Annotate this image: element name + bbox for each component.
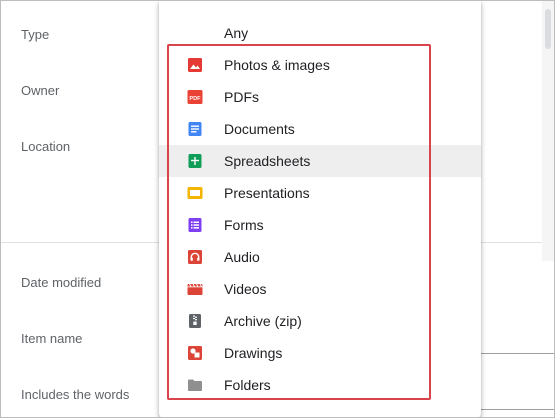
image-icon xyxy=(187,57,203,73)
includes-words-filter-label: Includes the words xyxy=(21,387,130,402)
menu-item-videos[interactable]: Videos xyxy=(159,273,481,305)
owner-filter-label: Owner xyxy=(21,83,60,98)
panel-scrollbar[interactable] xyxy=(542,1,554,261)
menu-item-forms[interactable]: Forms xyxy=(159,209,481,241)
date-modified-filter-label: Date modified xyxy=(21,275,102,290)
folder-icon xyxy=(187,377,203,393)
svg-text:PDF: PDF xyxy=(189,96,201,102)
menu-item-documents[interactable]: Documents xyxy=(159,113,481,145)
menu-item-any[interactable]: Any xyxy=(159,17,481,49)
menu-item-label: Any xyxy=(224,25,249,41)
spreadsheet-icon xyxy=(187,153,203,169)
menu-item-presentations[interactable]: Presentations xyxy=(159,177,481,209)
search-options-panel: Type Owner Location Date modified Item n… xyxy=(0,0,555,418)
video-icon xyxy=(187,281,203,297)
menu-item-spreadsheets[interactable]: Spreadsheets xyxy=(159,145,481,177)
menu-item-audio[interactable]: Audio xyxy=(159,241,481,273)
type-filter-label: Type xyxy=(21,27,50,42)
forms-icon xyxy=(187,217,203,233)
presentation-icon xyxy=(187,185,203,201)
pdf-icon: PDF xyxy=(187,89,203,105)
menu-item-label: Spreadsheets xyxy=(224,153,311,169)
location-filter-label: Location xyxy=(21,139,71,154)
menu-item-photos-images[interactable]: Photos & images xyxy=(159,49,481,81)
type-dropdown-menu: Any Photos & images PDF PDFs Documents S… xyxy=(159,1,481,417)
menu-item-label: Photos & images xyxy=(224,57,330,73)
item-name-filter-label: Item name xyxy=(21,331,83,346)
menu-item-archive[interactable]: Archive (zip) xyxy=(159,305,481,337)
menu-item-label: PDFs xyxy=(224,89,259,105)
includes-words-input[interactable] xyxy=(481,409,554,410)
menu-item-label: Drawings xyxy=(224,345,283,361)
audio-icon xyxy=(187,249,203,265)
menu-item-folders[interactable]: Folders xyxy=(159,369,481,401)
menu-item-label: Archive (zip) xyxy=(224,313,302,329)
archive-icon xyxy=(187,313,203,329)
menu-item-label: Forms xyxy=(224,217,264,233)
menu-item-label: Presentations xyxy=(224,185,310,201)
menu-item-label: Videos xyxy=(224,281,267,297)
drawing-icon xyxy=(187,345,203,361)
scrollbar-thumb[interactable] xyxy=(545,9,551,49)
menu-item-label: Audio xyxy=(224,249,260,265)
menu-item-label: Documents xyxy=(224,121,295,137)
item-name-input[interactable] xyxy=(481,353,554,354)
menu-item-label: Folders xyxy=(224,377,271,393)
menu-item-pdfs[interactable]: PDF PDFs xyxy=(159,81,481,113)
document-icon xyxy=(187,121,203,137)
menu-item-drawings[interactable]: Drawings xyxy=(159,337,481,369)
